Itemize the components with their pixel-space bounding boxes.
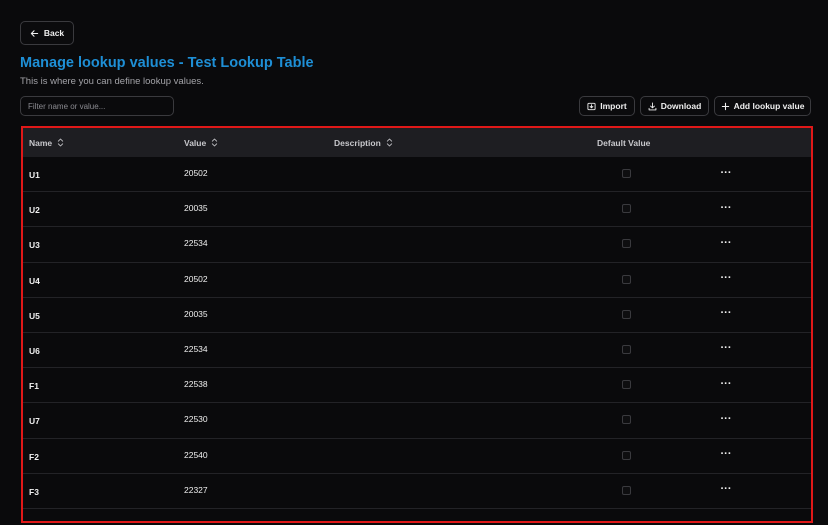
download-button[interactable]: Download (640, 96, 709, 116)
sort-icon (386, 138, 392, 147)
import-button[interactable]: Import (579, 96, 635, 116)
cell-value: 22538 (184, 379, 208, 390)
cell-name: U6 (29, 345, 40, 356)
column-header-default-value: Default Value (597, 128, 650, 157)
row-actions-button[interactable]: ··· (719, 412, 733, 426)
cell-value: 20035 (184, 308, 208, 319)
cell-value: 20502 (184, 168, 208, 178)
lookup-values-table: Name Value Description Default Value U1 … (21, 126, 813, 523)
table-row: U4 20502 ··· (23, 263, 811, 298)
filter-input[interactable] (20, 96, 174, 116)
default-value-checkbox[interactable] (622, 169, 631, 178)
table-row: U5 20035 ··· (23, 298, 811, 333)
row-actions-button[interactable]: ··· (719, 483, 733, 497)
plus-icon (721, 102, 729, 110)
row-actions-button[interactable]: ··· (719, 342, 733, 356)
cell-name: F1 (29, 381, 39, 392)
cell-value: 20035 (184, 203, 208, 214)
row-actions-button[interactable]: ··· (719, 166, 733, 180)
download-icon (648, 101, 657, 110)
cell-name: U5 (29, 310, 40, 321)
default-value-checkbox[interactable] (622, 344, 631, 354)
page-title: Manage lookup values - Test Lookup Table (20, 55, 314, 71)
table-row: F1 22538 ··· (23, 368, 811, 404)
download-button-label: Download (660, 101, 702, 111)
default-value-checkbox[interactable] (622, 204, 631, 214)
default-value-checkbox[interactable] (622, 239, 631, 249)
default-value-checkbox[interactable] (622, 274, 631, 284)
default-value-checkbox[interactable] (622, 415, 631, 425)
default-value-checkbox[interactable] (622, 450, 631, 460)
column-header-description-label: Description (334, 137, 381, 148)
manage-lookup-values-page: Back Manage lookup values - Test Lookup … (0, 0, 828, 525)
arrow-left-icon (30, 29, 39, 37)
column-header-name[interactable]: Name (29, 128, 64, 157)
cell-name: F3 (29, 486, 39, 497)
table-row: F3 22327 ··· (23, 474, 811, 509)
row-actions-button[interactable]: ··· (719, 377, 733, 391)
column-header-name-label: Name (29, 137, 53, 148)
page-subtitle: This is where you can define lookup valu… (20, 76, 204, 87)
cell-name: U7 (29, 416, 40, 427)
column-header-value-label: Value (184, 137, 207, 148)
row-actions-button[interactable]: ··· (719, 448, 733, 462)
cell-name: U2 (29, 205, 40, 216)
table-row: U2 20035 ··· (23, 192, 811, 228)
table-row: F2 22540 ··· (23, 439, 811, 474)
row-actions-button[interactable]: ··· (719, 307, 733, 321)
cell-value: 22534 (184, 343, 208, 354)
sort-icon (212, 138, 218, 147)
sort-icon (58, 138, 64, 147)
cell-value: 22534 (184, 238, 208, 249)
back-button-label: Back (43, 28, 65, 38)
table-header: Name Value Description Default Value (23, 128, 811, 157)
default-value-checkbox[interactable] (622, 380, 631, 390)
table-row: U7 22530 ··· (23, 403, 811, 439)
table-row: U6 22534 ··· (23, 333, 811, 369)
cell-value: 22530 (184, 414, 208, 425)
default-value-checkbox[interactable] (622, 309, 631, 319)
column-header-default-value-label: Default Value (597, 137, 651, 148)
row-actions-button[interactable]: ··· (719, 272, 733, 286)
table-body: U1 20502 ··· U2 20035 ··· U3 22534 ··· U… (23, 157, 811, 509)
add-lookup-value-button[interactable]: Add lookup value (714, 96, 811, 116)
row-actions-button[interactable]: ··· (719, 201, 733, 215)
default-value-checkbox[interactable] (622, 485, 631, 495)
cell-name: U3 (29, 240, 40, 251)
table-row: U3 22534 ··· (23, 227, 811, 263)
cell-name: F2 (29, 451, 39, 462)
back-button[interactable]: Back (20, 21, 74, 45)
column-header-value[interactable]: Value (184, 128, 218, 157)
table-row: U1 20502 ··· (23, 157, 811, 193)
cell-name: U1 (29, 170, 40, 180)
cell-name: U4 (29, 275, 40, 286)
import-icon (587, 102, 596, 110)
cell-value: 22327 (184, 484, 208, 495)
cell-value: 20502 (184, 273, 208, 284)
add-lookup-value-button-label: Add lookup value (733, 101, 805, 111)
column-header-description[interactable]: Description (334, 128, 393, 157)
row-actions-button[interactable]: ··· (719, 236, 733, 250)
cell-value: 22540 (184, 449, 208, 460)
import-button-label: Import (600, 101, 627, 111)
